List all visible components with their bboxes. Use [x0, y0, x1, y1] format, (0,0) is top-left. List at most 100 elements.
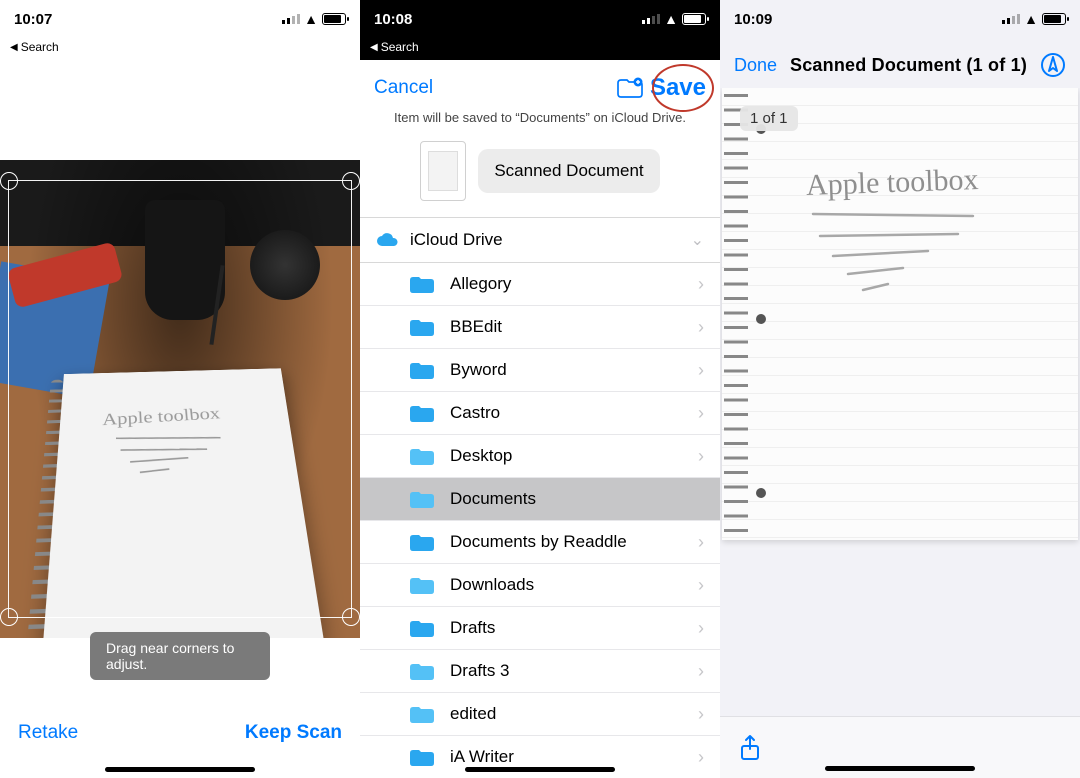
scribble-icon	[808, 206, 978, 306]
chevron-right-icon: ›	[698, 274, 704, 295]
status-indicators: ▲	[642, 11, 706, 27]
spiral-binding	[724, 94, 748, 534]
wifi-icon: ▲	[1024, 11, 1038, 27]
chevron-right-icon: ›	[698, 360, 704, 381]
folder-label: Allegory	[450, 274, 684, 294]
folder-item[interactable]: Desktop ›	[360, 435, 720, 478]
page-title: Scanned Document (1 of 1)	[790, 55, 1027, 76]
chevron-right-icon: ›	[698, 575, 704, 596]
back-label: Search	[381, 40, 419, 54]
done-button[interactable]: Done	[734, 55, 777, 76]
drive-label: iCloud Drive	[410, 230, 503, 250]
cellular-icon	[1002, 14, 1020, 24]
folder-icon	[408, 617, 436, 639]
status-time: 10:09	[734, 11, 772, 28]
folder-label: Documents by Readdle	[450, 532, 684, 552]
chevron-right-icon: ›	[698, 661, 704, 682]
chevron-right-icon: ›	[698, 747, 704, 768]
crop-handle-tl[interactable]	[0, 172, 18, 190]
retake-button[interactable]: Retake	[18, 722, 78, 744]
folder-item[interactable]: Byword ›	[360, 349, 720, 392]
chevron-down-icon: ⌄	[691, 230, 704, 250]
home-indicator[interactable]	[105, 767, 255, 772]
icloud-drive-row[interactable]: iCloud Drive ⌄	[360, 218, 720, 262]
new-folder-icon[interactable]	[616, 77, 644, 99]
crop-rectangle[interactable]	[8, 180, 352, 618]
home-indicator[interactable]	[465, 767, 615, 772]
status-time: 10:08	[374, 11, 412, 28]
status-bar: 10:08 ▲	[360, 0, 720, 38]
chevron-right-icon: ›	[698, 489, 704, 510]
folder-icon	[408, 445, 436, 467]
page-count-badge: 1 of 1	[740, 106, 798, 131]
share-button[interactable]	[738, 734, 762, 762]
keep-scan-button[interactable]: Keep Scan	[245, 722, 342, 744]
document-thumbnail[interactable]	[420, 141, 466, 201]
folder-label: Drafts 3	[450, 661, 684, 681]
status-indicators: ▲	[282, 11, 346, 27]
crop-handle-br[interactable]	[342, 608, 360, 626]
chevron-right-icon: ›	[698, 704, 704, 725]
chevron-right-icon: ›	[698, 446, 704, 467]
folder-icon	[408, 703, 436, 725]
folder-item[interactable]: Drafts 3 ›	[360, 650, 720, 693]
status-bar: 10:09 ▲	[720, 0, 1080, 38]
back-chevron-icon: ◀	[10, 42, 18, 53]
folder-item[interactable]: Documents by Readdle ›	[360, 521, 720, 564]
chevron-right-icon: ›	[698, 532, 704, 553]
battery-icon	[322, 13, 346, 25]
folder-list[interactable]: Allegory › BBEdit › Byword › Castro › De…	[360, 263, 720, 778]
cancel-button[interactable]: Cancel	[374, 77, 433, 99]
folder-item[interactable]: Castro ›	[360, 392, 720, 435]
folder-label: Documents	[450, 489, 684, 509]
folder-icon	[408, 316, 436, 338]
chevron-right-icon: ›	[698, 403, 704, 424]
folder-icon	[408, 746, 436, 768]
document-preview[interactable]: Apple toolbox 1 of 1	[720, 88, 1080, 558]
folder-item[interactable]: Allegory ›	[360, 263, 720, 306]
cellular-icon	[282, 14, 300, 24]
folder-item[interactable]: edited ›	[360, 693, 720, 736]
folder-label: Byword	[450, 360, 684, 380]
folder-item[interactable]: BBEdit ›	[360, 306, 720, 349]
save-button[interactable]: Save	[650, 74, 706, 102]
folder-icon	[408, 531, 436, 553]
phone-save-screen: 10:08 ▲ ◀ Search Cancel Save Item will b…	[360, 0, 720, 778]
home-indicator[interactable]	[825, 766, 975, 771]
status-time: 10:07	[14, 11, 52, 28]
cellular-icon	[642, 14, 660, 24]
folder-item[interactable]: Documents ›	[360, 478, 720, 521]
battery-icon	[682, 13, 706, 25]
chevron-right-icon: ›	[698, 618, 704, 639]
folder-item[interactable]: Drafts ›	[360, 607, 720, 650]
folder-icon	[408, 402, 436, 424]
folder-icon	[408, 488, 436, 510]
document-name-field[interactable]: Scanned Document	[478, 149, 659, 193]
status-indicators: ▲	[1002, 11, 1066, 27]
folder-label: Downloads	[450, 575, 684, 595]
scanned-page: Apple toolbox	[722, 88, 1078, 540]
folder-icon	[408, 273, 436, 295]
crop-hint: Drag near corners to adjust.	[90, 632, 270, 680]
back-to-search[interactable]: ◀ Search	[360, 38, 720, 60]
markup-icon[interactable]	[1040, 52, 1066, 78]
folder-label: edited	[450, 704, 684, 724]
save-hint: Item will be saved to “Documents” on iCl…	[360, 110, 720, 135]
folder-label: BBEdit	[450, 317, 684, 337]
folder-label: iA Writer	[450, 747, 684, 767]
back-chevron-icon: ◀	[370, 42, 378, 53]
folder-label: Drafts	[450, 618, 684, 638]
cloud-icon	[376, 232, 398, 248]
folder-icon	[408, 660, 436, 682]
crop-handle-bl[interactable]	[0, 608, 18, 626]
back-to-search[interactable]: ◀ Search	[0, 38, 360, 60]
crop-handle-tr[interactable]	[342, 172, 360, 190]
back-label: Search	[21, 40, 59, 54]
folder-icon	[408, 359, 436, 381]
phone-crop-screen: 10:07 ▲ ◀ Search Apple toolbox	[0, 0, 360, 778]
crop-stage[interactable]: Apple toolbox	[0, 160, 360, 638]
folder-label: Desktop	[450, 446, 684, 466]
wifi-icon: ▲	[304, 11, 318, 27]
phone-preview-screen: 10:09 ▲ Done Scanned Document (1 of 1) A…	[720, 0, 1080, 778]
folder-item[interactable]: Downloads ›	[360, 564, 720, 607]
